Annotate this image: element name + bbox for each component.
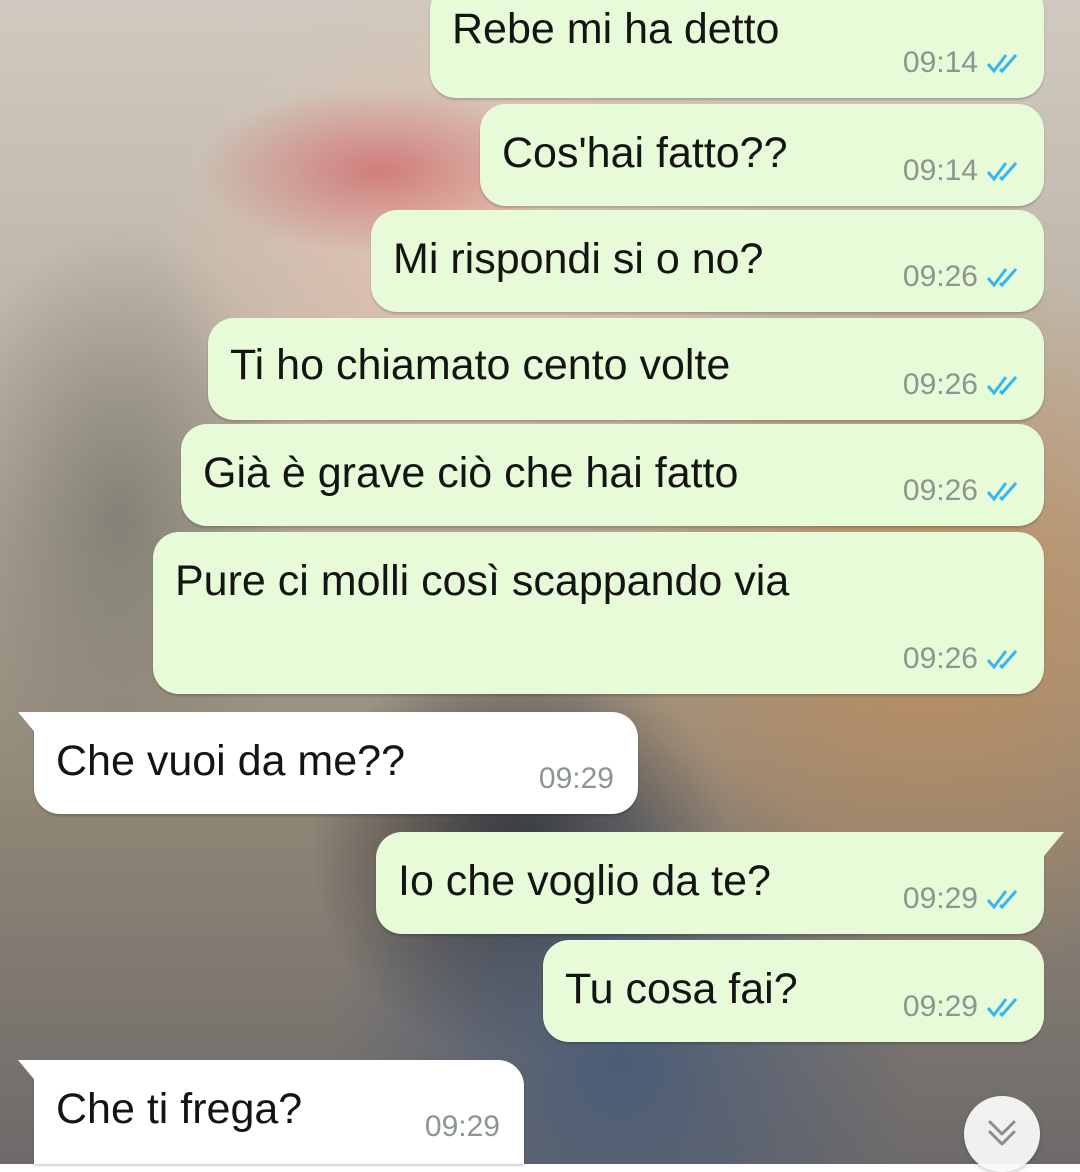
message-meta: 09:29 xyxy=(903,992,1024,1022)
message-time: 09:26 xyxy=(902,368,978,401)
bubble-tail-in xyxy=(18,712,38,736)
double-check-icon xyxy=(986,54,1018,74)
message-meta: 09:26 xyxy=(903,262,1024,292)
message-text: Ti ho chiamato cento volte xyxy=(230,341,731,389)
double-check-icon xyxy=(986,890,1018,910)
message-text: Io che voglio da te? xyxy=(398,857,771,905)
message-outgoing[interactable]: Cos'hai fatto?? 09:14 xyxy=(480,104,1044,206)
message-text: Cos'hai fatto?? xyxy=(502,129,788,177)
message-time: 09:14 xyxy=(902,154,978,187)
message-time: 09:26 xyxy=(902,642,978,675)
message-time: 09:26 xyxy=(902,260,978,293)
bubble-tail-out xyxy=(1044,832,1064,856)
chevron-double-down-icon xyxy=(988,1120,1016,1146)
message-outgoing[interactable]: Pure ci molli così scappando via 09:26 xyxy=(153,532,1044,694)
message-time: 09:29 xyxy=(538,762,614,795)
message-meta: 09:29 xyxy=(903,884,1024,914)
message-outgoing[interactable]: Già è grave ciò che hai fatto 09:26 xyxy=(181,424,1044,526)
message-outgoing[interactable]: Ti ho chiamato cento volte 09:26 xyxy=(208,318,1044,420)
message-time: 09:14 xyxy=(902,46,978,79)
double-check-icon xyxy=(986,376,1018,396)
message-meta: 09:26 xyxy=(903,476,1024,506)
message-time: 09:29 xyxy=(424,1110,500,1143)
message-text: Che vuoi da me?? xyxy=(56,737,405,785)
message-time: 09:29 xyxy=(902,990,978,1023)
message-meta: 09:26 xyxy=(903,644,1024,674)
message-meta: 09:26 xyxy=(903,370,1024,400)
message-text: Rebe mi ha detto xyxy=(452,5,780,53)
bubble-tail-in xyxy=(18,1060,38,1084)
double-check-icon xyxy=(986,482,1018,502)
message-list[interactable]: Rebe mi ha detto 09:14 Cos'hai fatto?? 0… xyxy=(0,0,1080,1172)
message-meta: 09:14 xyxy=(903,48,1024,78)
message-meta: 09:29 xyxy=(539,764,614,794)
message-meta: 09:14 xyxy=(903,156,1024,186)
message-text: Già è grave ciò che hai fatto xyxy=(203,449,739,497)
message-time: 09:29 xyxy=(902,882,978,915)
double-check-icon xyxy=(986,650,1018,670)
message-time: 09:26 xyxy=(902,474,978,507)
message-text: Che ti frega? xyxy=(56,1085,303,1133)
message-incoming[interactable]: Che vuoi da me?? 09:29 xyxy=(34,712,638,814)
message-outgoing[interactable]: Tu cosa fai? 09:29 xyxy=(543,940,1044,1042)
message-outgoing[interactable]: Rebe mi ha detto 09:14 xyxy=(430,0,1044,98)
message-text: Mi rispondi si o no? xyxy=(393,235,764,283)
message-incoming[interactable]: Che ti frega? 09:29 xyxy=(34,1060,524,1164)
message-outgoing[interactable]: Mi rispondi si o no? 09:26 xyxy=(371,210,1044,312)
message-meta: 09:29 xyxy=(425,1112,500,1142)
double-check-icon xyxy=(986,162,1018,182)
double-check-icon xyxy=(986,998,1018,1018)
message-text: Tu cosa fai? xyxy=(565,965,798,1013)
message-outgoing[interactable]: Io che voglio da te? 09:29 xyxy=(376,832,1044,934)
double-check-icon xyxy=(986,268,1018,288)
message-text: Pure ci molli così scappando via xyxy=(175,557,790,605)
scroll-to-bottom-button[interactable] xyxy=(964,1096,1040,1172)
